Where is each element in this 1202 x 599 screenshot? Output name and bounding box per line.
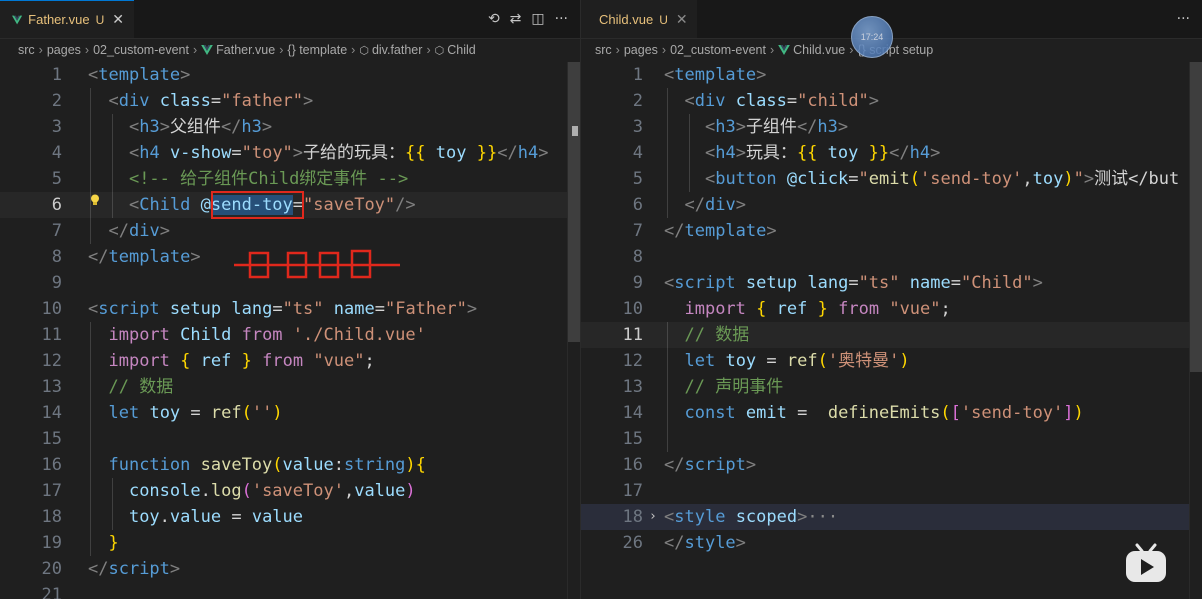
code-line: 17 — [622, 481, 643, 501]
code-line: 1 <template> — [51, 65, 191, 85]
breadcrumb-item[interactable]: Child — [447, 43, 476, 57]
code-line: 12 import { ref } from "vue"; — [41, 351, 375, 371]
code-line-folded: 18 › <style scoped>··· — [581, 504, 1202, 530]
untracked-badge: U — [95, 12, 105, 27]
more-actions-icon[interactable]: ··· — [1177, 11, 1190, 27]
breadcrumb-item[interactable]: pages — [47, 43, 81, 57]
code-line: 13 // 声明事件 — [622, 377, 784, 397]
split-editor-icon[interactable]: ◫ — [531, 11, 544, 27]
code-line: 15 — [622, 429, 643, 449]
editor-pane-left: Father.vue U ✕ ⟲ ⇄ ◫ ··· src › pages › 02_… — [0, 0, 581, 599]
more-actions-icon[interactable]: ··· — [555, 11, 568, 27]
code-line: 13 // 数据 — [41, 377, 174, 397]
breadcrumb-item[interactable]: Father.vue — [216, 43, 275, 57]
code-line-current: 11 // 数据 — [581, 322, 1202, 348]
tab-bar: Father.vue U ✕ ⟲ ⇄ ◫ ··· — [0, 0, 580, 39]
tab-label: Child.vue — [599, 12, 654, 27]
editor-actions: ⟲ ⇄ ◫ ··· — [488, 0, 568, 38]
vue-file-icon — [201, 45, 213, 55]
code-line: 26 </style> — [622, 533, 746, 553]
breadcrumb-item[interactable]: 02_custom-event — [93, 43, 189, 57]
code-line: 7 </template> — [632, 221, 777, 241]
editor-pane-right: Child.vue U ✕ ··· src › pages › 02_custom-… — [581, 0, 1202, 599]
scrollbar-thumb[interactable] — [1190, 62, 1202, 372]
code-line: 2 <div class="father"> — [51, 91, 314, 111]
compare-icon[interactable]: ⇄ — [510, 11, 522, 27]
annotation-scribble — [234, 249, 400, 279]
tv-logo-icon — [1126, 543, 1166, 582]
code-line: 3 <h3>父组件</h3> — [51, 117, 273, 137]
code-line: 5 <!-- 给子组件Child绑定事件 --> — [51, 169, 409, 189]
breadcrumb-item[interactable]: div.father — [372, 43, 423, 57]
code-line: 12 let toy = ref('奥特曼') — [622, 351, 910, 371]
code-line: 17 console.log('saveToy',value) — [41, 481, 416, 501]
code-line: 2 <div class="child"> — [632, 91, 880, 111]
code-line: 10 import { ref } from "vue"; — [622, 299, 951, 319]
scrollbar[interactable] — [567, 62, 580, 599]
code-line: 18 toy.value = value — [41, 507, 304, 527]
timeline-icon[interactable]: ⟲ — [488, 11, 500, 27]
code-line: 5 <button @click="emit('send-toy',toy)">… — [632, 169, 1180, 189]
element-icon: ⬡ — [359, 44, 369, 57]
code-line: 21 — [41, 585, 62, 599]
code-line: 19 } — [41, 533, 119, 553]
breadcrumb-item[interactable]: {} template — [287, 43, 347, 57]
untracked-badge: U — [659, 12, 668, 27]
scrollbar[interactable] — [1189, 62, 1202, 599]
code-line: 16 </script> — [622, 455, 757, 475]
editor-actions: ··· — [1177, 0, 1190, 38]
code-line: 8 — [632, 247, 643, 267]
code-line: 15 — [41, 429, 62, 449]
tab-label: Father.vue — [28, 12, 90, 27]
code-line: 11 import Child from './Child.vue' — [41, 325, 426, 345]
code-line: 4 <h4 v-show="toy">子给的玩具：{{ toy }}</h4> — [51, 143, 549, 163]
code-line: 3 <h3>子组件</h3> — [632, 117, 849, 137]
breadcrumb-item[interactable]: src — [595, 43, 612, 57]
code-line: 7 </div> — [51, 221, 170, 241]
clock-time: 17:24 — [860, 32, 884, 42]
breadcrumb: src › pages › 02_custom-event › Father.vue ›… — [18, 43, 476, 57]
breadcrumb-item[interactable]: pages — [624, 43, 658, 57]
tab-child-vue[interactable]: Child.vue U ✕ — [581, 0, 697, 38]
scrollbar-thumb[interactable] — [568, 62, 580, 342]
vue-file-icon — [12, 15, 23, 24]
breadcrumb-item[interactable]: Child.vue — [793, 43, 845, 57]
code-line: 14 let toy = ref('') — [41, 403, 283, 423]
element-icon: ⬡ — [434, 44, 445, 57]
code-line: 6 </div> — [632, 195, 746, 215]
tab-father-vue[interactable]: Father.vue U ✕ — [0, 0, 134, 38]
close-icon[interactable]: ✕ — [112, 11, 124, 28]
lightbulb-icon[interactable] — [90, 194, 100, 206]
code-line: 10 <script setup lang="ts" name="Father"> — [41, 299, 478, 319]
code-line: 14 const emit = defineEmits(['send-toy']… — [622, 403, 1084, 423]
vue-file-icon — [778, 45, 790, 55]
breadcrumb-item[interactable]: 02_custom-event — [670, 43, 766, 57]
annotation-highlight-box — [211, 191, 304, 219]
code-line: 1 <template> — [632, 65, 767, 85]
scroll-marker — [572, 126, 578, 136]
floating-clock-widget[interactable]: 17:24 — [851, 16, 893, 58]
code-line: 9 <script setup lang="ts" name="Child"> — [632, 273, 1043, 293]
chevron-right-icon[interactable]: › — [649, 504, 657, 530]
code-line: 4 <h4>玩具：{{ toy }}</h4> — [632, 143, 941, 163]
breadcrumb-item[interactable]: src — [18, 43, 35, 57]
code-line: 16 function saveToy(value:string){ — [41, 455, 426, 475]
code-line: 20 </script> — [41, 559, 181, 579]
close-icon[interactable]: ✕ — [676, 11, 688, 28]
